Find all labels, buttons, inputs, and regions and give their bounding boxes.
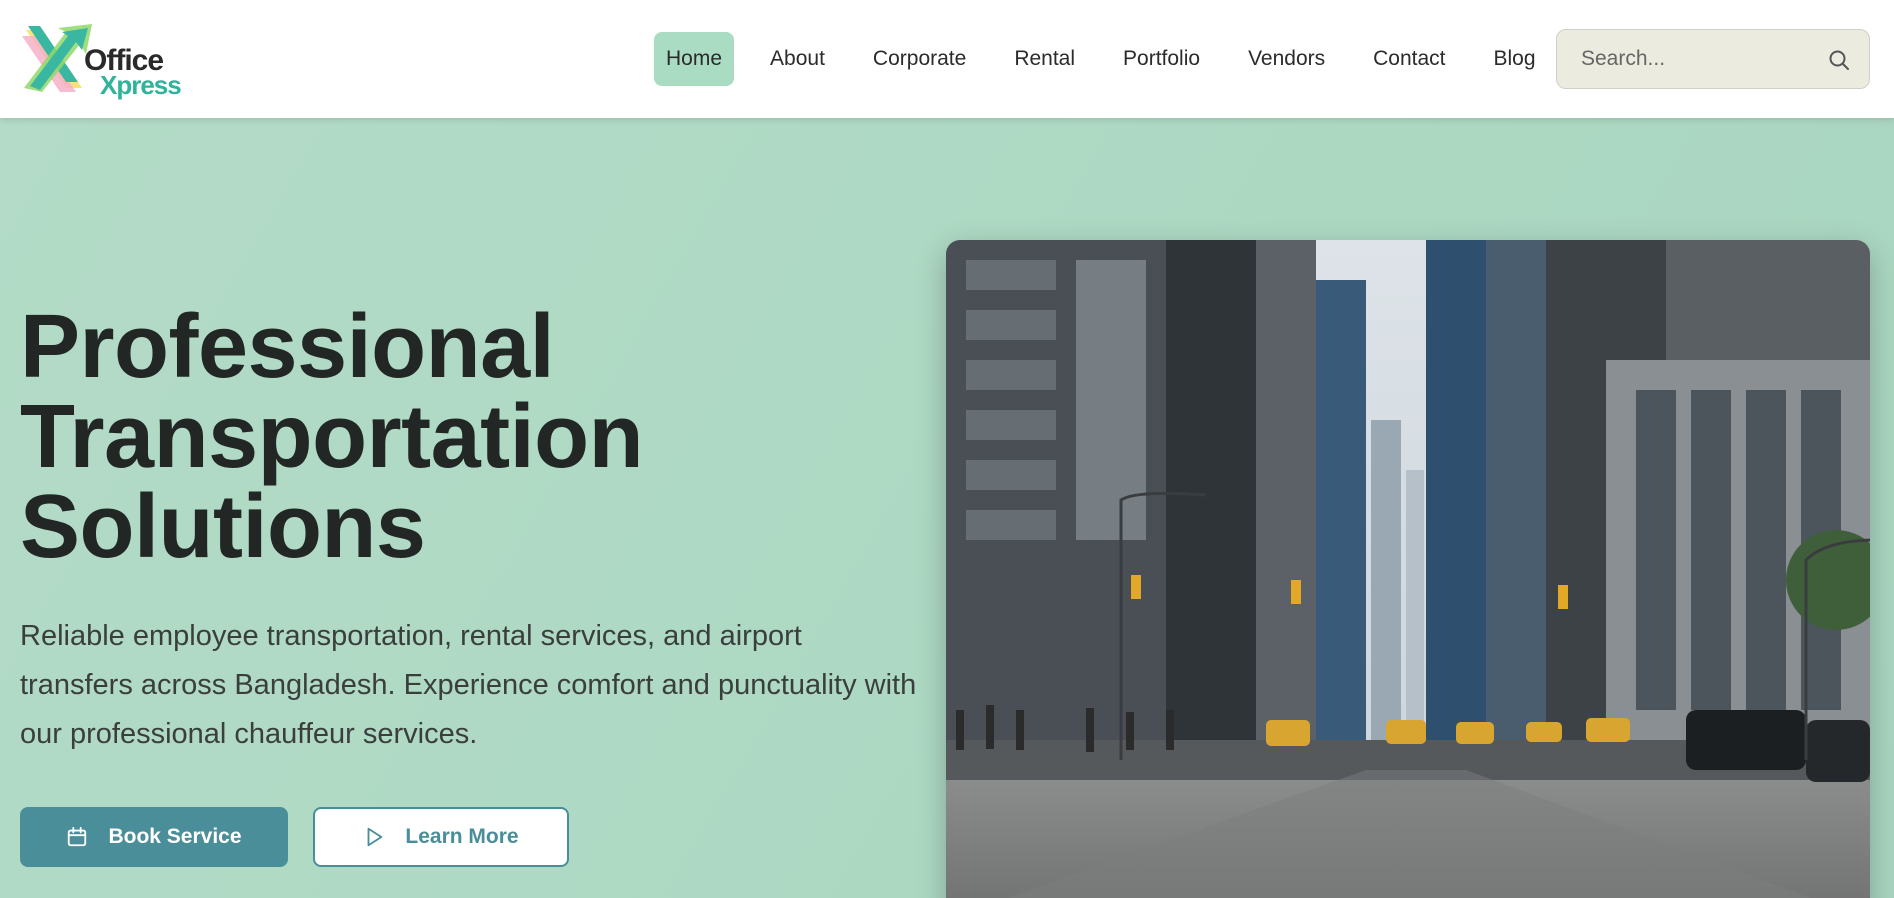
city-street-illustration [946,240,1870,898]
hero-headline-line: Solutions [20,477,426,577]
nav-item-rental[interactable]: Rental [1002,32,1087,86]
search-input[interactable] [1581,30,1821,88]
nav-item-portfolio[interactable]: Portfolio [1111,32,1212,86]
main-nav: Home About Corporate Rental Portfolio Ve… [654,32,1548,86]
hero-headline-line: Transportation [20,387,644,487]
book-service-button[interactable]: Book Service [20,807,288,867]
hero-description: Reliable employee transportation, rental… [20,620,917,750]
book-service-label: Book Service [108,825,242,848]
calendar-icon [68,826,87,847]
nav-item-corporate[interactable]: Corporate [861,32,978,86]
nav-item-home[interactable]: Home [654,32,735,86]
nav-item-blog[interactable]: Blog [1482,32,1548,86]
city-street-photo [946,240,1870,898]
learn-more-label: Learn More [405,825,519,848]
search-box [1556,29,1870,89]
hero-headline: Professional Transportation Solutions [20,302,920,572]
nav-item-about[interactable]: About [758,32,837,86]
hero-headline-line: Professional [20,297,555,397]
nav-item-contact[interactable]: Contact [1361,32,1457,86]
logo-text-xpress: Xpress [100,70,182,100]
play-icon [367,827,383,847]
office-xpress-logo[interactable]: Office Xpress [20,22,182,100]
site-header: Office Xpress Home About Corporate Renta… [0,0,1894,118]
nav-item-vendors[interactable]: Vendors [1236,32,1337,86]
learn-more-button[interactable]: Learn More [313,807,569,867]
search-icon[interactable] [1827,48,1851,72]
